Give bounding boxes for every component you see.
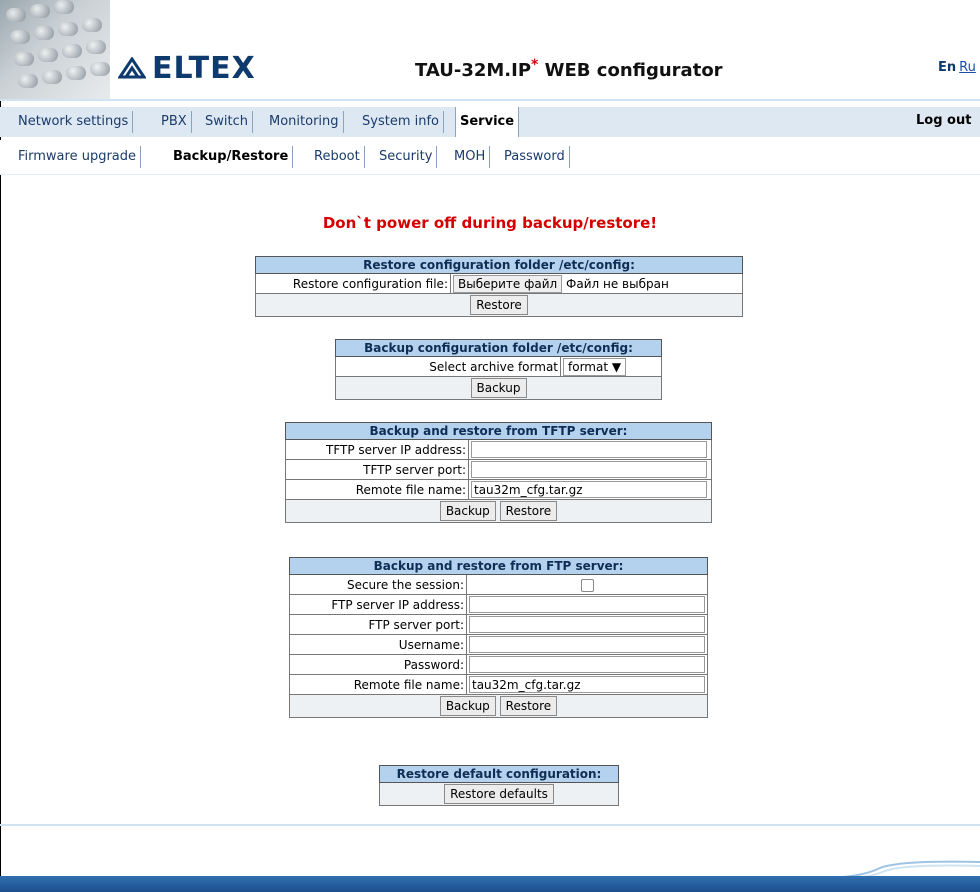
ftp-file-input[interactable]	[469, 676, 705, 693]
eltex-logo: ELTEX	[118, 48, 256, 88]
tftp-restore-button[interactable]: Restore	[499, 501, 558, 521]
footer-bar	[0, 876, 980, 892]
ftp-action-cell: Backup Restore	[289, 694, 708, 718]
tftp-ip-label: TFTP server IP address:	[285, 439, 469, 460]
tab-network-settings[interactable]: Network settings	[14, 111, 134, 133]
backup-config-table: Backup configuration folder /etc/config:…	[335, 339, 662, 400]
lang-en[interactable]: En	[938, 60, 956, 75]
restore-file-cell: Выберите файл Файл не выбран	[450, 273, 743, 294]
restore-button[interactable]: Restore	[470, 295, 528, 315]
archive-format-select[interactable]: format ▼	[563, 357, 627, 376]
ftp-password-input[interactable]	[469, 656, 705, 673]
subtab-moh[interactable]: MOH	[450, 146, 491, 168]
restore-defaults-button[interactable]: Restore defaults	[444, 784, 554, 804]
restore-file-label: Restore configuration file:	[255, 273, 451, 294]
tftp-port-cell	[468, 459, 712, 480]
ftp-username-input[interactable]	[469, 636, 705, 653]
tftp-port-input[interactable]	[471, 461, 707, 478]
ftp-table: Backup and restore from FTP server: Secu…	[289, 557, 708, 718]
footer-divider	[0, 824, 980, 826]
tftp-ip-input[interactable]	[471, 441, 707, 458]
logout-link[interactable]: Log out	[916, 113, 971, 128]
ftp-backup-button[interactable]: Backup	[439, 696, 496, 716]
subtab-security[interactable]: Security	[375, 146, 438, 168]
archive-format-label: Select archive format	[335, 356, 561, 377]
chevron-down-icon: ▼	[611, 359, 622, 374]
tftp-action-cell: Backup Restore	[285, 499, 712, 523]
header: ELTEX TAU-32M.IP* WEB configurator En Ru	[0, 0, 980, 101]
keypad-photo	[0, 0, 110, 100]
defaults-title: Restore default configuration:	[379, 765, 619, 783]
secure-session-checkbox[interactable]	[580, 578, 594, 592]
main-nav: Network settings PBX Switch Monitoring S…	[0, 107, 980, 137]
tftp-ip-cell	[468, 439, 712, 460]
tftp-title: Backup and restore from TFTP server:	[285, 422, 712, 440]
defaults-table: Restore default configuration: Restore d…	[379, 765, 619, 806]
app-title-main: TAU-32M.IP	[415, 60, 532, 81]
backup-config-title: Backup configuration folder /etc/config:	[335, 339, 662, 357]
app-title-star: *	[531, 57, 539, 73]
subtab-reboot[interactable]: Reboot	[310, 146, 365, 168]
tab-pbx[interactable]: PBX	[157, 111, 192, 133]
choose-file-button[interactable]: Выберите файл	[453, 274, 563, 293]
eltex-logo-icon	[118, 57, 146, 79]
logo-text: ELTEX	[152, 50, 256, 86]
backup-button[interactable]: Backup	[470, 378, 527, 398]
restore-config-table: Restore configuration folder /etc/config…	[255, 256, 743, 317]
header-divider	[0, 99, 980, 101]
ftp-ip-label: FTP server IP address:	[289, 594, 467, 615]
ftp-port-cell	[466, 614, 708, 635]
tftp-table: Backup and restore from TFTP server: TFT…	[285, 422, 712, 523]
tftp-port-label: TFTP server port:	[285, 459, 469, 480]
subtab-firmware-upgrade[interactable]: Firmware upgrade	[14, 146, 142, 168]
ftp-username-label: Username:	[289, 634, 467, 655]
ftp-file-label: Remote file name:	[289, 674, 467, 695]
ftp-title: Backup and restore from FTP server:	[289, 557, 708, 575]
subtab-backup-restore[interactable]: Backup/Restore	[169, 146, 294, 168]
sub-nav: Firmware upgrade Backup/Restore Reboot S…	[0, 140, 980, 175]
defaults-action-cell: Restore defaults	[379, 782, 619, 806]
ftp-secure-label: Secure the session:	[289, 574, 467, 595]
tab-switch[interactable]: Switch	[201, 111, 253, 133]
ftp-ip-cell	[466, 594, 708, 615]
file-status: Файл не выбран	[566, 276, 669, 291]
app-title-suffix: WEB configurator	[544, 60, 723, 81]
app-title: TAU-32M.IP* WEB configurator	[415, 57, 723, 81]
ftp-restore-button[interactable]: Restore	[499, 696, 558, 716]
tab-system-info[interactable]: System info	[358, 111, 444, 133]
tftp-backup-button[interactable]: Backup	[439, 501, 496, 521]
tab-service[interactable]: Service	[455, 107, 520, 137]
archive-format-cell: format ▼	[560, 356, 662, 377]
ftp-username-cell	[466, 634, 708, 655]
ftp-ip-input[interactable]	[469, 596, 705, 613]
ftp-secure-cell	[466, 574, 708, 595]
language-switch: En Ru	[938, 60, 976, 75]
backup-action-cell: Backup	[335, 376, 662, 400]
ftp-file-cell	[466, 674, 708, 695]
ftp-port-label: FTP server port:	[289, 614, 467, 635]
tftp-file-label: Remote file name:	[285, 479, 469, 500]
tftp-file-cell	[468, 479, 712, 500]
ftp-password-label: Password:	[289, 654, 467, 675]
restore-action-cell: Restore	[255, 293, 743, 317]
restore-config-title: Restore configuration folder /etc/config…	[255, 256, 743, 274]
tab-monitoring[interactable]: Monitoring	[265, 111, 344, 133]
power-warning: Don`t power off during backup/restore!	[322, 214, 658, 232]
subtab-password[interactable]: Password	[500, 146, 570, 168]
lang-ru-link[interactable]: Ru	[959, 60, 976, 75]
ftp-port-input[interactable]	[469, 616, 705, 633]
archive-format-value: format	[568, 359, 609, 374]
tftp-file-input[interactable]	[471, 481, 707, 498]
ftp-password-cell	[466, 654, 708, 675]
